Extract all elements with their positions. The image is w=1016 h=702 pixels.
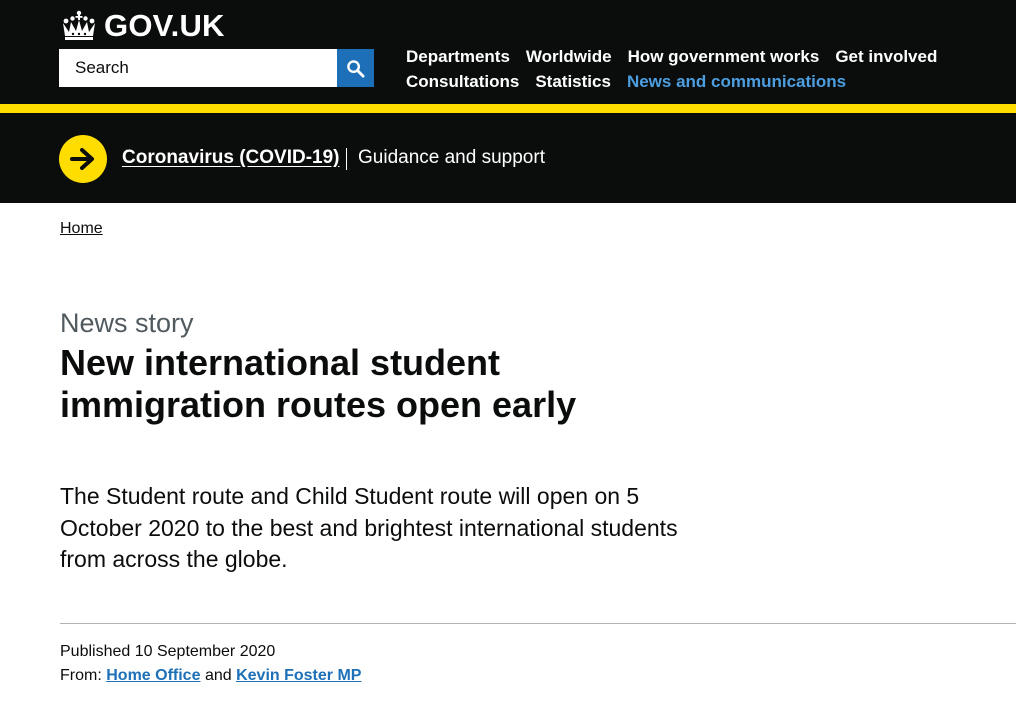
- from-person-link[interactable]: Kevin Foster MP: [236, 667, 361, 684]
- nav-news-and-communications[interactable]: News and communications: [627, 71, 846, 92]
- nav-statistics[interactable]: Statistics: [535, 71, 611, 92]
- crown-icon: [63, 10, 95, 40]
- covid-link[interactable]: Coronavirus (COVID-19): [122, 146, 339, 170]
- from-metadata: From: Home Office and Kevin Foster MP: [60, 665, 361, 687]
- breadcrumb-home[interactable]: Home: [60, 219, 103, 239]
- document-type: News story: [60, 308, 194, 338]
- from-and: and: [204, 667, 232, 684]
- site-header: GOV.UK Departments Worldwide How governm…: [0, 0, 1016, 104]
- search-button[interactable]: [337, 49, 374, 87]
- nav-get-involved[interactable]: Get involved: [835, 46, 937, 67]
- logo-text: GOV.UK: [104, 8, 225, 43]
- published-date: 10 September 2020: [134, 643, 276, 660]
- covid-separator: [346, 148, 347, 170]
- published-label: Published: [60, 643, 131, 660]
- search-icon: [347, 59, 365, 78]
- covid-description: Guidance and support: [358, 147, 545, 168]
- nav-worldwide[interactable]: Worldwide: [526, 46, 612, 67]
- main-navigation: Departments Worldwide How government wor…: [406, 46, 966, 92]
- from-label: From:: [60, 667, 102, 684]
- metadata-divider: [60, 623, 1016, 624]
- header-yellow-bar: [0, 104, 1016, 113]
- govuk-logo-link[interactable]: GOV.UK: [60, 9, 225, 43]
- nav-departments[interactable]: Departments: [406, 46, 510, 67]
- nav-consultations[interactable]: Consultations: [406, 71, 519, 92]
- covid-arrow-button[interactable]: [59, 135, 107, 183]
- page-title: New international student immigration ro…: [60, 342, 577, 425]
- nav-how-government-works[interactable]: How government works: [628, 46, 820, 67]
- search-form: [59, 49, 374, 87]
- from-organisation-link[interactable]: Home Office: [106, 667, 200, 684]
- published-metadata: Published 10 September 2020: [60, 641, 275, 663]
- search-input[interactable]: [59, 49, 337, 87]
- covid-banner: Coronavirus (COVID-19) Guidance and supp…: [0, 113, 1016, 203]
- arrow-right-icon: [70, 148, 94, 170]
- lead-paragraph: The Student route and Child Student rout…: [60, 483, 678, 572]
